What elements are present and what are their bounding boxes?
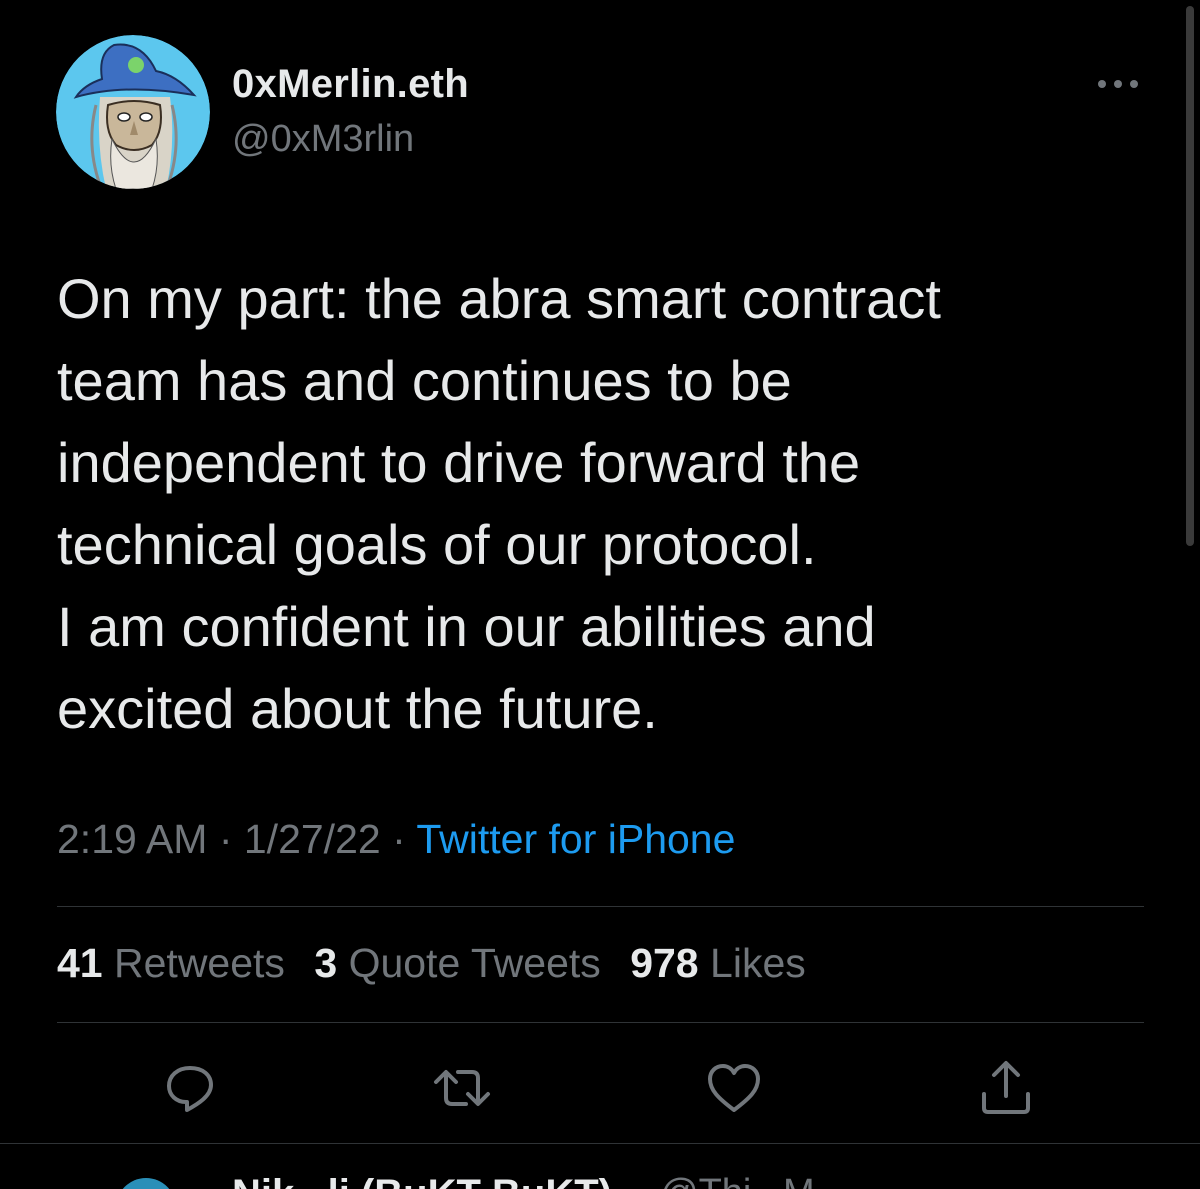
reply-icon [167,1066,213,1112]
tweet-stats: 41 Retweets 3 Quote Tweets 978 Likes [57,940,824,987]
retweet-icon [434,1070,490,1106]
reply-user-handle[interactable]: @Thi...M... [660,1172,846,1189]
tweet-source-link[interactable]: Twitter for iPhone [416,816,735,862]
quote-tweets-count: 3 [314,940,338,986]
divider [57,1022,1144,1023]
reply-display-name[interactable]: Nik...li (BuKT BuKT) [232,1172,612,1189]
like-button[interactable] [704,1058,764,1118]
share-button[interactable] [976,1058,1036,1118]
retweets-label: Retweets [114,940,285,986]
avatar[interactable] [56,35,210,189]
reply-button[interactable] [160,1058,220,1118]
tweet-detail: 0xMerlin.eth @0xM3rlin On my part: the a… [0,0,1200,1189]
likes-stat[interactable]: 978 Likes [630,940,806,986]
divider [57,906,1144,907]
share-icon [982,1061,1030,1114]
avatar[interactable] [116,1178,176,1189]
next-reply-preview[interactable]: Nik...li (BuKT BuKT) @Thi...M... [0,1150,1200,1189]
wizard-avatar-icon [56,35,210,189]
user-handle[interactable]: @0xM3rlin [232,118,414,161]
retweet-button[interactable] [432,1058,492,1118]
tweet-text: On my part: the abra smart contract team… [57,267,941,740]
scrollbar[interactable] [1186,6,1194,546]
retweets-count: 41 [57,940,103,986]
meta-separator: · [380,816,417,862]
tweet-meta: 2:19 AM · 1/27/22 · Twitter for iPhone [57,816,735,863]
more-options-button[interactable] [1092,64,1144,104]
tweet-time: 2:19 AM [57,816,208,862]
likes-label: Likes [710,940,806,986]
divider [0,1143,1200,1144]
meta-separator: · [207,816,244,862]
like-icon [708,1064,760,1112]
quote-tweets-stat[interactable]: 3 Quote Tweets [314,940,600,986]
quote-tweets-label: Quote Tweets [348,940,601,986]
display-name[interactable]: 0xMerlin.eth [232,62,469,107]
retweets-stat[interactable]: 41 Retweets [57,940,285,986]
more-horizontal-icon [1098,80,1138,88]
likes-count: 978 [630,940,699,986]
tweet-date[interactable]: 1/27/22 [244,816,381,862]
